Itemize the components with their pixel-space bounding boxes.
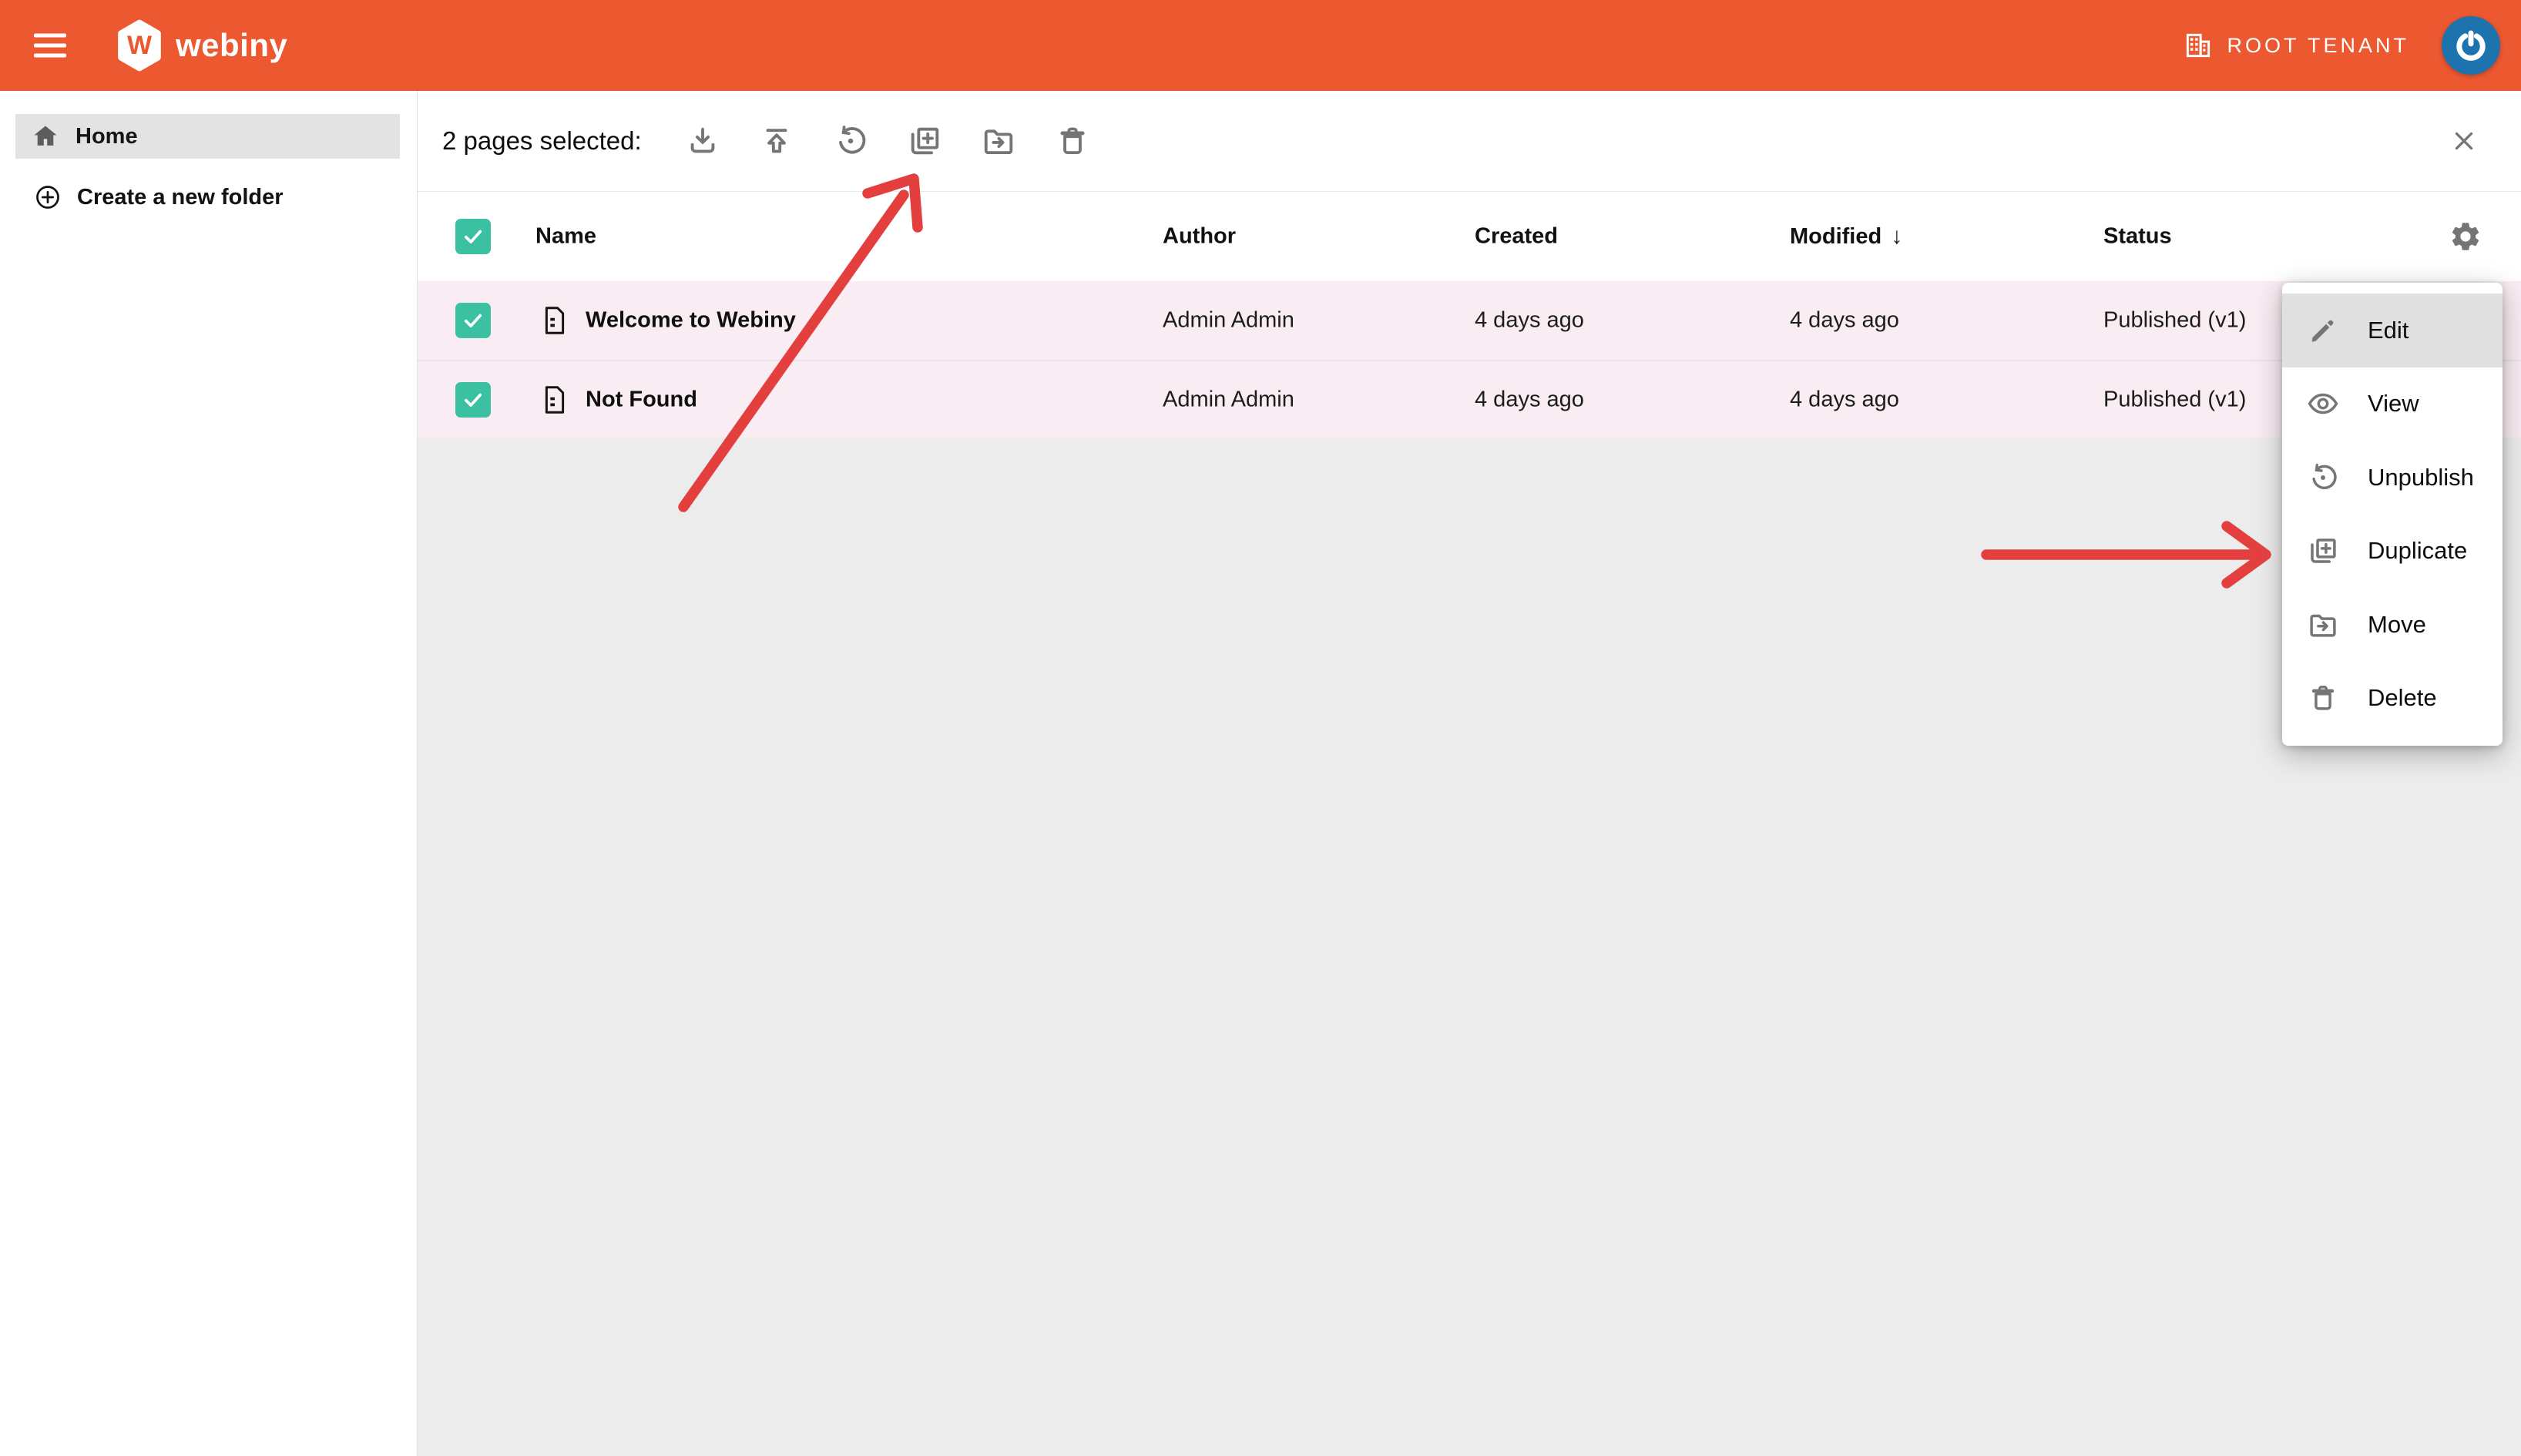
export-pages-button[interactable] bbox=[678, 116, 727, 166]
pencil-icon bbox=[2306, 314, 2340, 347]
table-settings-button[interactable] bbox=[2445, 216, 2486, 257]
menu-item-move[interactable]: Move bbox=[2282, 588, 2503, 662]
page-modified: 4 days ago bbox=[1790, 308, 1899, 334]
check-icon bbox=[460, 387, 486, 413]
close-icon bbox=[2449, 126, 2479, 156]
trash-icon bbox=[1055, 123, 1090, 159]
sidebar-item-home[interactable]: Home bbox=[15, 114, 400, 159]
column-header-modified-label: Modified bbox=[1790, 224, 1882, 250]
upload-icon bbox=[759, 123, 794, 159]
move-icon bbox=[2306, 608, 2340, 642]
duplicate-pages-button[interactable] bbox=[900, 116, 949, 166]
page-status: Published (v1) bbox=[2103, 387, 2246, 412]
selection-count-text: 2 pages selected: bbox=[442, 126, 642, 156]
webiny-logo-letter: W bbox=[116, 19, 163, 72]
trash-icon bbox=[2306, 681, 2340, 715]
create-folder-button[interactable]: Create a new folder bbox=[34, 176, 284, 219]
download-icon bbox=[685, 123, 720, 159]
duplicate-icon bbox=[907, 123, 942, 159]
top-app-bar: W webiny ROOT TENANT bbox=[0, 0, 2521, 91]
eye-icon bbox=[2306, 387, 2340, 421]
webiny-hexagon-logo-icon: W bbox=[116, 19, 163, 72]
page-created: 4 days ago bbox=[1475, 308, 1584, 334]
page-name: Welcome to Webiny bbox=[586, 308, 796, 334]
menu-item-edit[interactable]: Edit bbox=[2282, 294, 2503, 367]
table-row-welcome-to-webiny[interactable]: Welcome to Webiny Admin Admin 4 days ago… bbox=[418, 281, 2521, 360]
selection-toolbar: 2 pages selected: bbox=[418, 91, 2521, 192]
column-header-status: Status bbox=[2103, 224, 2172, 250]
column-header-modified-sort[interactable]: Modified ↓ bbox=[1790, 223, 1902, 250]
row-checkbox[interactable] bbox=[455, 303, 491, 338]
page-author: Admin Admin bbox=[1163, 387, 1294, 412]
unpublish-pages-button[interactable] bbox=[826, 116, 875, 166]
close-selection-button[interactable] bbox=[2439, 116, 2489, 166]
check-icon bbox=[460, 307, 486, 334]
publish-pages-button[interactable] bbox=[752, 116, 801, 166]
move-pages-button[interactable] bbox=[974, 116, 1023, 166]
document-icon bbox=[542, 305, 568, 336]
sort-desc-icon: ↓ bbox=[1891, 223, 1902, 250]
page-author: Admin Admin bbox=[1163, 308, 1294, 334]
table-row-not-found[interactable]: Not Found Admin Admin 4 days ago 4 days … bbox=[418, 361, 2521, 438]
delete-pages-button[interactable] bbox=[1048, 116, 1097, 166]
folder-sidebar: Home Create a new folder bbox=[0, 91, 418, 1456]
home-icon bbox=[31, 122, 60, 151]
page-created: 4 days ago bbox=[1475, 387, 1584, 412]
menu-item-view[interactable]: View bbox=[2282, 367, 2503, 441]
menu-item-label: Delete bbox=[2368, 684, 2437, 712]
power-icon bbox=[2451, 25, 2491, 65]
menu-item-label: Move bbox=[2368, 611, 2426, 639]
page-modified: 4 days ago bbox=[1790, 387, 1899, 412]
tenant-label: ROOT TENANT bbox=[2227, 34, 2409, 58]
webiny-logo: W webiny bbox=[116, 19, 287, 72]
user-avatar[interactable] bbox=[2442, 16, 2500, 75]
menu-item-label: Duplicate bbox=[2368, 537, 2467, 565]
restore-icon bbox=[2306, 461, 2340, 495]
tenant-selector[interactable]: ROOT TENANT bbox=[2182, 29, 2409, 62]
page-name: Not Found bbox=[586, 387, 697, 412]
menu-item-unpublish[interactable]: Unpublish bbox=[2282, 441, 2503, 515]
restore-icon bbox=[833, 123, 868, 159]
column-header-author: Author bbox=[1163, 224, 1236, 250]
menu-item-duplicate[interactable]: Duplicate bbox=[2282, 515, 2503, 589]
sidebar-item-label: Home bbox=[76, 124, 138, 149]
row-actions-context-menu: Edit View Unpublish Duplic bbox=[2282, 283, 2503, 746]
row-checkbox[interactable] bbox=[455, 382, 491, 418]
check-icon bbox=[460, 223, 486, 250]
page-list-panel: 2 pages selected: bbox=[418, 91, 2521, 1456]
menu-item-label: Unpublish bbox=[2368, 464, 2474, 491]
duplicate-icon bbox=[2306, 534, 2340, 568]
webiny-wordmark: webiny bbox=[176, 27, 287, 64]
table-header-row: Name Author Created Modified ↓ Status bbox=[418, 192, 2521, 281]
menu-item-label: View bbox=[2368, 390, 2419, 418]
menu-item-label: Edit bbox=[2368, 317, 2409, 344]
select-all-checkbox[interactable] bbox=[455, 219, 491, 254]
page-status: Published (v1) bbox=[2103, 308, 2246, 334]
building-icon bbox=[2182, 29, 2214, 62]
gear-icon bbox=[2449, 220, 2482, 253]
column-header-name: Name bbox=[535, 224, 596, 250]
hamburger-menu-icon[interactable] bbox=[34, 34, 66, 58]
document-icon bbox=[542, 384, 568, 415]
move-icon bbox=[981, 123, 1016, 159]
menu-item-delete[interactable]: Delete bbox=[2282, 662, 2503, 736]
column-header-created: Created bbox=[1475, 224, 1558, 250]
plus-circle-icon bbox=[34, 183, 62, 211]
create-folder-label: Create a new folder bbox=[77, 185, 284, 210]
